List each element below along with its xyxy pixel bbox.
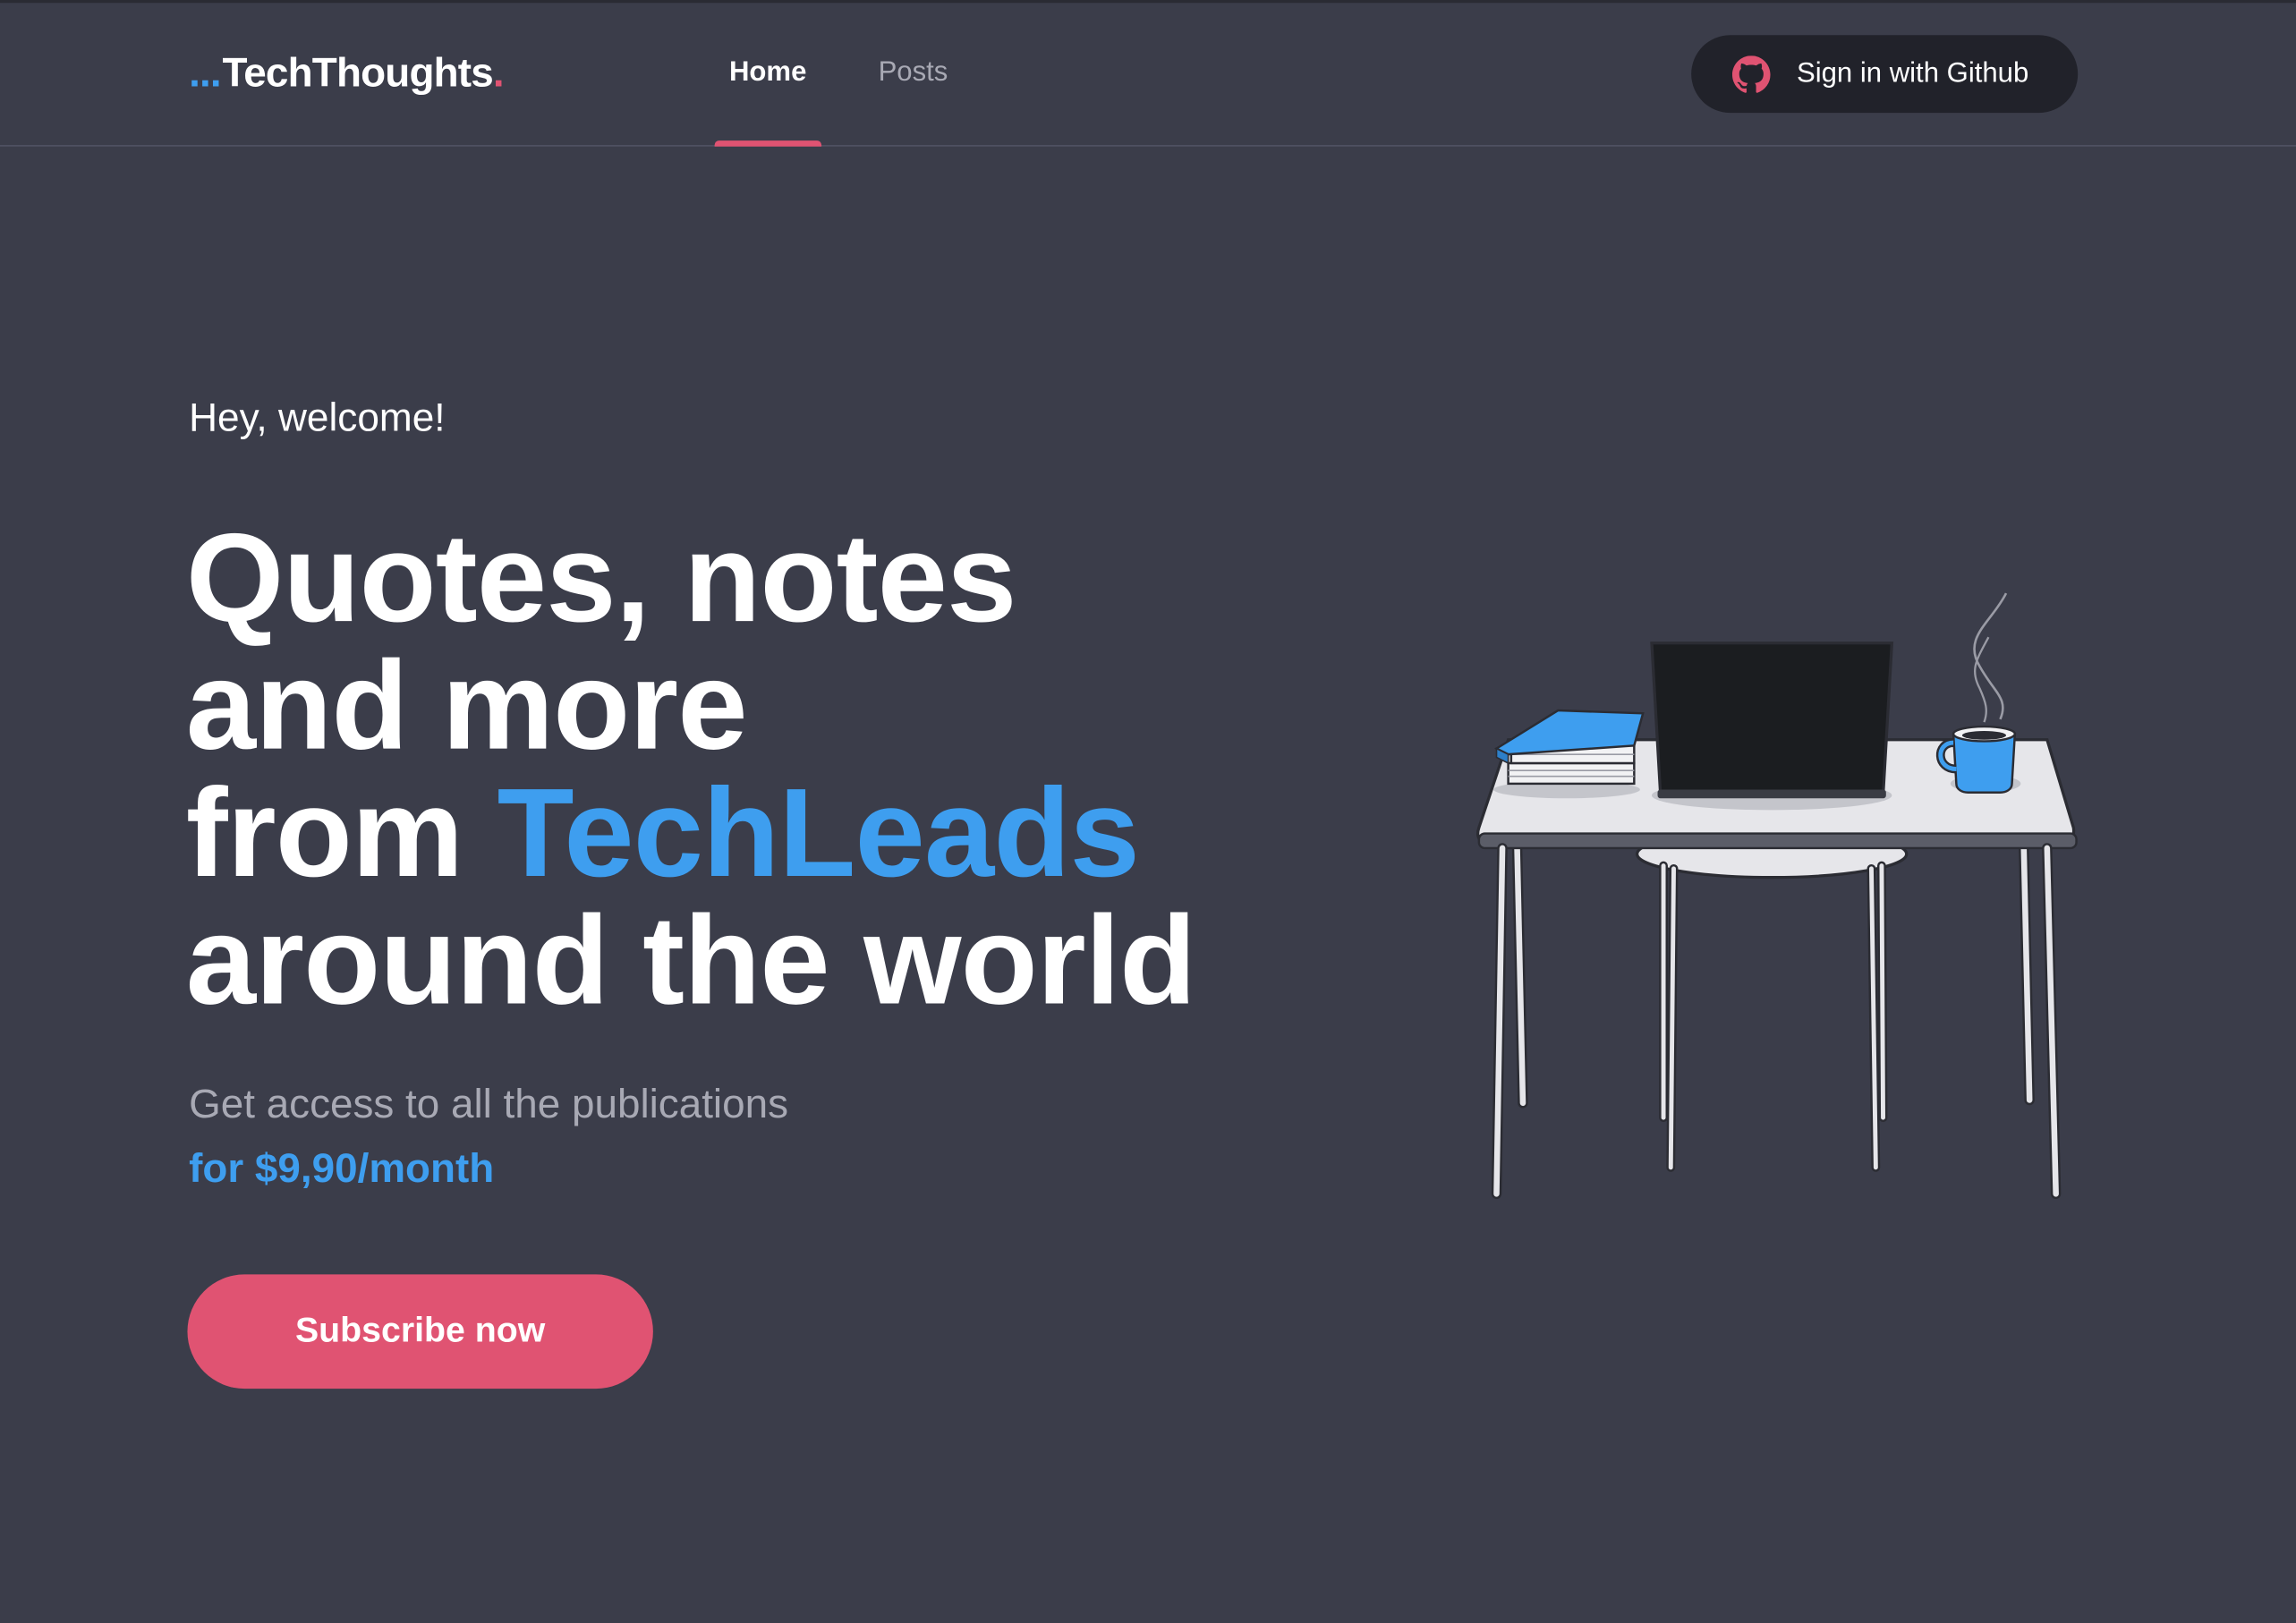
active-nav-indicator xyxy=(714,140,821,147)
headline-line-4: around the world xyxy=(185,890,1196,1032)
hero-headline: Quotes, notes and more from TechLeads ar… xyxy=(185,514,1299,1025)
headline-line-3-prefix: from xyxy=(185,762,497,905)
nav-item-label: Posts xyxy=(878,56,948,88)
desk-illustration xyxy=(1465,579,2095,1209)
sign-in-label: Sign in with Github xyxy=(1796,57,2029,89)
nav-item-label: Home xyxy=(728,56,807,88)
nav-item-home[interactable]: Home xyxy=(714,0,821,147)
nav-item-posts[interactable]: Posts xyxy=(863,0,963,145)
logo-dots: ... xyxy=(189,49,222,96)
main-nav: Home Posts xyxy=(714,0,1006,147)
page: ... TechThoughts . Home Posts Sign in wi… xyxy=(0,0,2296,1623)
sign-in-github-button[interactable]: Sign in with Github xyxy=(1691,35,2079,114)
headline-accent: TechLeads xyxy=(497,762,1140,905)
headline-line-1: Quotes, notes xyxy=(185,508,1017,650)
site-logo[interactable]: ... TechThoughts . xyxy=(189,49,505,97)
desk-with-laptop-icon xyxy=(1476,592,2078,1200)
logo-name: TechThoughts xyxy=(222,49,493,96)
site-header: ... TechThoughts . Home Posts Sign in wi… xyxy=(0,0,2296,147)
subscribe-button[interactable]: Subscribe now xyxy=(187,1274,653,1389)
greeting-text: Hey, welcome! xyxy=(189,395,446,440)
headline-line-2: and more xyxy=(185,635,748,777)
logo-dot: . xyxy=(492,49,505,96)
subtitle-text: Get access to all the publications xyxy=(189,1081,788,1127)
github-icon xyxy=(1731,55,1771,93)
price-text: for $9,90/month xyxy=(189,1145,495,1192)
